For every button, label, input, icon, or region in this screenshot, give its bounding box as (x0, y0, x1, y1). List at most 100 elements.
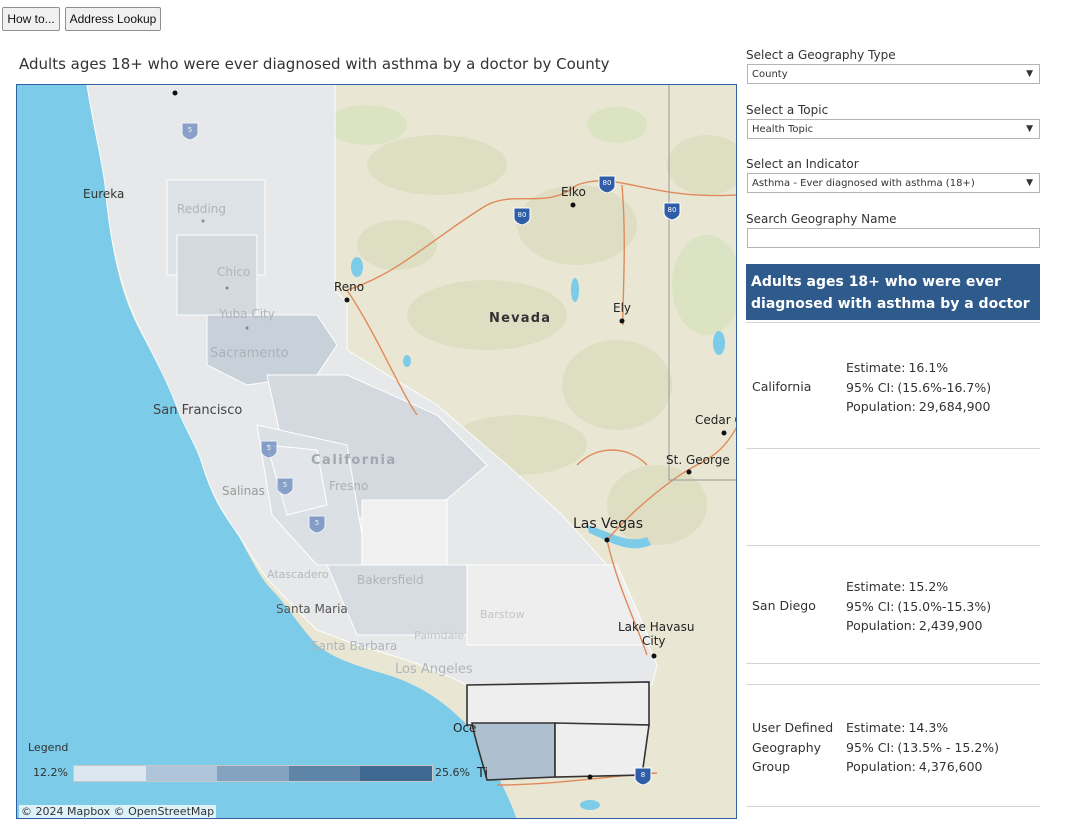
legend-swatch (145, 766, 218, 781)
ci-label: 95% CI: (846, 739, 895, 755)
region-name-line: Geography (752, 739, 822, 755)
search-geography-input[interactable] (747, 228, 1040, 248)
stats-california: Estimate: 16.1% 95% CI: (15.6%-16.7%) Popu… (846, 358, 991, 417)
divider (746, 545, 1040, 546)
label-nevada: Nevada (489, 311, 551, 326)
label-ely: Ely (613, 301, 631, 315)
interstate-shield-icon: 5 (181, 122, 199, 141)
legend-swatch (360, 766, 432, 781)
population-value: 29,684,900 (918, 399, 991, 414)
svg-text:80: 80 (668, 206, 677, 214)
divider (746, 806, 1040, 807)
label-las-vegas: Las Vegas (573, 516, 643, 532)
panel-header: Adults ages 18+ who were ever diagnosed … (746, 264, 1040, 320)
population-label: Population: (846, 399, 916, 414)
svg-text:80: 80 (603, 179, 612, 187)
legend-swatch (74, 766, 146, 781)
ci-label: 95% CI: (846, 598, 895, 614)
interstate-shield-icon: 5 (260, 440, 278, 459)
svg-text:8: 8 (641, 771, 645, 779)
label-eureka: Eureka (83, 187, 124, 201)
label-yuba-city: Yuba City (218, 307, 275, 321)
label-tijuana: Ti (476, 766, 488, 781)
divider (746, 684, 1040, 685)
legend-swatch (288, 766, 361, 781)
legend-max: 25.6% (435, 766, 470, 779)
geo-type-label: Select a Geography Type (746, 48, 896, 62)
map-canvas[interactable]: 80 80 80 5 5 5 5 8 Eureka Redding Chico … (17, 85, 737, 819)
estimate-label: Estimate: (846, 360, 906, 375)
label-santa-barbara: Santa Barbara (311, 639, 397, 653)
indicator-select[interactable]: Asthma - Ever diagnosed with asthma (18+… (747, 173, 1040, 193)
map-view[interactable]: 80 80 80 5 5 5 5 8 Eureka Redding Chico … (16, 84, 737, 819)
legend-title: Legend (28, 741, 69, 754)
label-sacramento: Sacramento (210, 346, 289, 361)
topic-select[interactable]: Health Topic ▼ (747, 119, 1040, 139)
population-value: 2,439,900 (918, 618, 983, 633)
stats-user-defined: Estimate: 14.3% 95% CI: (13.5% - 15.2%) Po… (846, 718, 999, 777)
label-chico: Chico (217, 265, 250, 279)
topic-label: Select a Topic (746, 103, 829, 117)
label-oceanside: Oce (453, 721, 476, 735)
estimate-value: 16.1% (908, 360, 949, 375)
highlight-region[interactable] (466, 681, 650, 781)
population-value: 4,376,600 (918, 759, 983, 774)
legend-color-scale (73, 765, 433, 782)
map-title: Adults ages 18+ who were ever diagnosed … (19, 55, 610, 73)
address-lookup-button[interactable]: Address Lookup (65, 7, 161, 31)
dropdown-arrow-icon: ▼ (1026, 178, 1033, 188)
svg-text:5: 5 (283, 481, 287, 489)
label-reno: Reno (334, 280, 364, 294)
label-atascadero: Atascadero (267, 568, 329, 581)
region-name-line: Group (752, 759, 791, 774)
ci-value: (15.6%-16.7%) (897, 379, 992, 395)
interstate-shield-icon: 80 (663, 202, 681, 221)
estimate-value: 14.3% (908, 720, 949, 735)
indicator-label: Select an Indicator (746, 157, 859, 171)
label-elko: Elko (561, 185, 586, 199)
map-attribution[interactable]: © 2024 Mapbox © OpenStreetMap (19, 805, 217, 818)
label-salinas: Salinas (222, 484, 265, 498)
interstate-shield-icon: 5 (308, 515, 326, 534)
divider (746, 322, 1040, 323)
label-los-angeles: Los Angeles (395, 662, 473, 677)
interstate-shield-icon: 8 (634, 767, 652, 786)
label-cedar-city: Cedar C (695, 413, 737, 427)
indicator-value: Asthma - Ever diagnosed with asthma (18+… (752, 177, 975, 189)
interstate-shield-icon: 80 (598, 175, 616, 194)
label-redding: Redding (177, 202, 226, 216)
divider (746, 448, 1040, 449)
geo-type-select[interactable]: County ▼ (747, 64, 1040, 84)
legend-min: 12.2% (33, 766, 68, 779)
estimate-label: Estimate: (846, 720, 906, 735)
ci-value: (13.5% - 15.2%) (897, 739, 1000, 755)
estimate-value: 15.2% (908, 579, 949, 594)
label-santa-maria: Santa Maria (276, 602, 348, 616)
interstate-shield-icon: 5 (276, 477, 294, 496)
svg-text:5: 5 (188, 126, 192, 134)
dropdown-arrow-icon: ▼ (1026, 124, 1033, 134)
how-to-button[interactable]: How to... (2, 7, 60, 31)
label-bakersfield: Bakersfield (357, 573, 424, 587)
region-name-san-diego: San Diego (752, 598, 816, 613)
label-san-francisco: San Francisco (153, 403, 242, 418)
label-barstow: Barstow (480, 608, 525, 621)
label-california: California (311, 453, 397, 468)
label-palmdale: Palmdale (414, 629, 464, 642)
divider (746, 663, 1040, 664)
estimate-label: Estimate: (846, 579, 906, 594)
interstate-shield-icon: 80 (513, 207, 531, 226)
region-name-california: California (752, 379, 812, 394)
svg-text:5: 5 (267, 444, 271, 452)
legend-swatch (217, 766, 289, 781)
svg-text:5: 5 (315, 519, 319, 527)
region-name-line: User Defined (752, 720, 834, 735)
svg-text:80: 80 (518, 211, 527, 219)
region-name-user-defined: User Defined Geography Group (752, 718, 833, 777)
dropdown-arrow-icon: ▼ (1026, 69, 1033, 79)
label-fresno: Fresno (329, 479, 368, 493)
label-st-george: St. George (666, 453, 730, 467)
ci-label: 95% CI: (846, 379, 895, 395)
population-label: Population: (846, 618, 916, 633)
ci-value: (15.0%-15.3%) (897, 598, 992, 614)
